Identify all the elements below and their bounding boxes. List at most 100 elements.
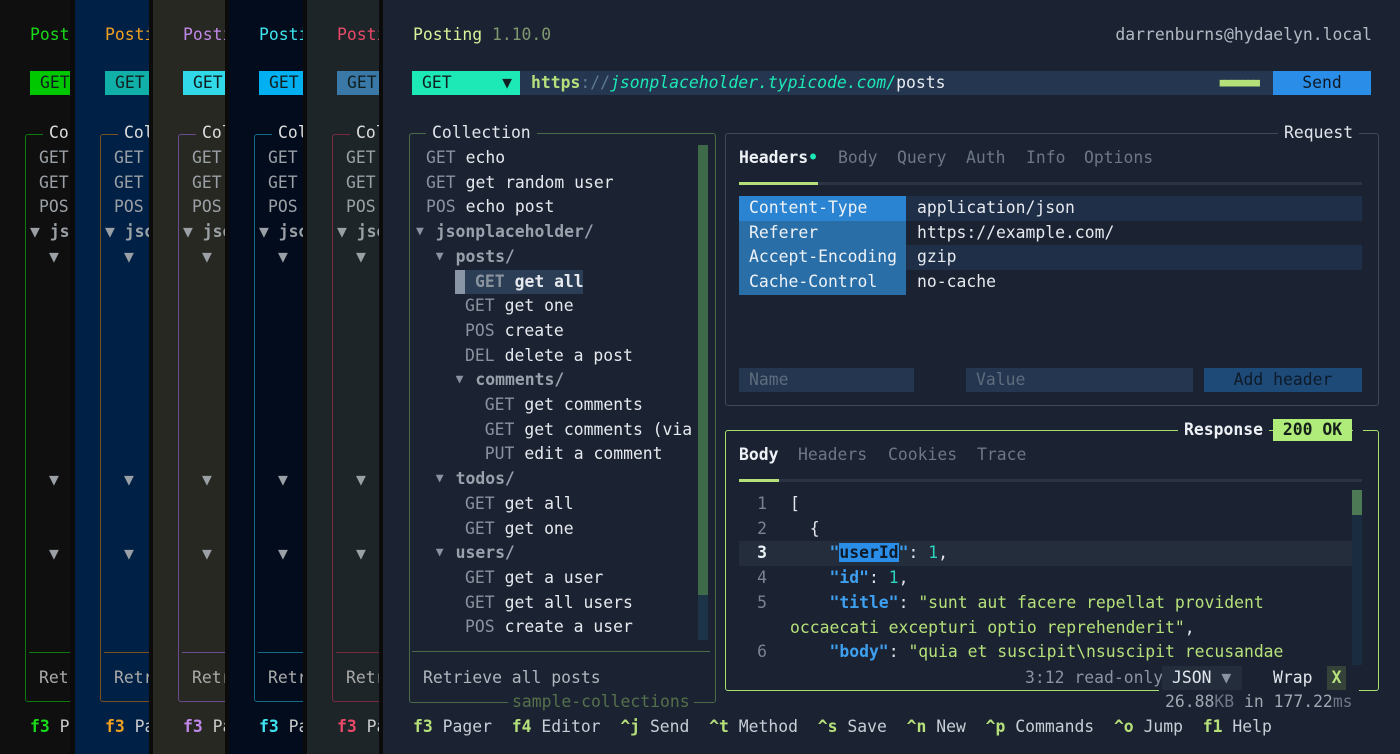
response-tab-cookies[interactable]: Cookies: [888, 443, 957, 467]
send-button[interactable]: Send: [1273, 71, 1371, 95]
selection-marker: [455, 269, 465, 295]
collection-request[interactable]: POS echo post: [411, 195, 698, 220]
shortcut-label[interactable]: Pager: [443, 717, 492, 736]
shortcut-key[interactable]: f3: [413, 717, 433, 736]
response-body-viewer[interactable]: 1[2 {3 "userId": 1, 4 "id": 1, 5 "title": …: [739, 492, 1352, 665]
cursor-position: 3:12 read-only: [1025, 666, 1163, 690]
collection-request[interactable]: GET echo: [411, 146, 698, 171]
shortcut-label[interactable]: Jump: [1144, 717, 1183, 736]
instance-folder-name: jsonplaceholder/: [49, 222, 70, 241]
instance-divider: [182, 652, 225, 653]
request-name: get all: [504, 493, 574, 513]
shortcut-key[interactable]: f1: [1203, 717, 1223, 736]
collection-request[interactable]: GET get comments (via: [411, 418, 698, 443]
shortcut-key[interactable]: ^p: [986, 717, 1006, 736]
shortcut-label[interactable]: Save: [847, 717, 886, 736]
instance-item-method: GET: [39, 172, 69, 192]
request-name: get one: [504, 296, 574, 316]
request-name: get random user: [465, 172, 614, 192]
folder-name: users/: [455, 543, 515, 563]
instance-footer: f3 Pager: [259, 715, 303, 739]
collection-request[interactable]: GET get all users: [411, 591, 698, 616]
instance-item-method: POS: [192, 197, 222, 217]
status-badge: 200 OK: [1273, 419, 1352, 441]
request-method: POS: [426, 197, 456, 217]
shortcut-label[interactable]: New: [936, 717, 966, 736]
active-tab-indicator: [739, 182, 818, 185]
shortcut-label[interactable]: Help: [1232, 717, 1271, 736]
collection-folder[interactable]: ▼ jsonplaceholder/: [411, 220, 698, 245]
add-header-button[interactable]: Add header: [1204, 368, 1362, 392]
url-host: jsonplaceholder.typicode.com/: [609, 73, 897, 92]
shortcut-key[interactable]: ^j: [620, 717, 640, 736]
tab-body[interactable]: Body: [838, 146, 877, 170]
shortcut-label[interactable]: Commands: [1015, 717, 1094, 736]
instance-title: Posting: [259, 25, 303, 44]
response-tab-trace[interactable]: Trace: [977, 443, 1026, 467]
method-value: GET: [422, 73, 452, 92]
background-instance: Posting GET Collection GET GET POS ▼ jsonplace…: [75, 0, 149, 754]
response-title: Response: [1178, 418, 1269, 442]
request-method: PUT: [484, 444, 515, 464]
tab-query[interactable]: Query: [897, 146, 946, 170]
wrap-toggle[interactable]: X: [1327, 666, 1346, 690]
shortcut-key[interactable]: ^n: [907, 717, 927, 736]
header-name: Content-Type: [739, 196, 906, 221]
shortcut-label[interactable]: Send: [650, 717, 689, 736]
response-tab-headers[interactable]: Headers: [798, 443, 867, 467]
response-tab-body[interactable]: Body: [739, 443, 778, 467]
collection-request[interactable]: GET get one: [411, 294, 698, 319]
tab-options[interactable]: Options: [1084, 146, 1153, 170]
tab-headers[interactable]: Headers•: [739, 146, 818, 170]
collection-folder[interactable]: ▼ users/: [411, 541, 698, 566]
shortcut-label[interactable]: Editor: [541, 717, 600, 736]
collection-request[interactable]: GET get a user: [411, 566, 698, 591]
line-number: 4: [757, 568, 767, 588]
header-row[interactable]: Referer https://example.com/: [739, 220, 1362, 246]
shortcut-key[interactable]: f4: [512, 717, 532, 736]
collection-request[interactable]: DEL delete a post: [411, 344, 698, 369]
request-name: create: [504, 320, 564, 340]
collection-tree[interactable]: GET echo GET get random user POS echo post ▼ js…: [411, 146, 698, 646]
tab-auth[interactable]: Auth: [966, 146, 1005, 170]
tab-info[interactable]: Info: [1026, 146, 1065, 170]
instance-footer: f3 Pager: [183, 715, 225, 739]
collection-request[interactable]: PUT edit a comment: [411, 442, 698, 467]
code-line: 2 {: [739, 517, 1352, 542]
collection-scrollbar-track[interactable]: [698, 595, 708, 640]
collection-request[interactable]: GET get all: [411, 269, 698, 295]
shortcut-key[interactable]: ^o: [1114, 717, 1134, 736]
response-time: 177.22: [1273, 692, 1333, 711]
request-name: get all users: [504, 592, 633, 612]
method-select[interactable]: GET ▼: [412, 71, 520, 95]
response-scrollbar-thumb[interactable]: [1352, 490, 1362, 515]
collection-request[interactable]: GET get random user: [411, 171, 698, 196]
code-line: 6 "body": "quia et suscipit\nsuscipit re…: [739, 640, 1352, 665]
header-value: https://example.com/: [917, 222, 1115, 242]
collection-folder[interactable]: ▼ todos/: [411, 467, 698, 492]
instance-folder: ▼ jsonplaceholder/: [259, 220, 303, 244]
collection-request[interactable]: GET get all: [411, 492, 698, 517]
header-row[interactable]: Content-Type application/json: [739, 196, 1362, 221]
triangle-down-icon: ▼: [278, 544, 288, 563]
header-name-input[interactable]: Name: [739, 368, 914, 392]
code-token: ,: [898, 568, 909, 588]
collection-request[interactable]: POS create: [411, 319, 698, 344]
response-scrollbar-track[interactable]: [1352, 490, 1362, 665]
header-row[interactable]: Accept-Encoding gzip: [739, 245, 1362, 271]
collection-scrollbar-thumb[interactable]: [698, 145, 708, 595]
header-name: Referer: [739, 220, 906, 246]
url-input[interactable]: https://jsonplaceholder.typicode.com/pos…: [520, 71, 1273, 95]
shortcut-key[interactable]: ^t: [709, 717, 729, 736]
response-tabs-underline: [739, 479, 1362, 482]
language-select[interactable]: JSON ▼: [1162, 666, 1242, 690]
collection-request[interactable]: GET get comments: [411, 393, 698, 418]
collection-request[interactable]: GET get one: [411, 517, 698, 542]
header-value-input[interactable]: Value: [966, 368, 1193, 392]
shortcut-key[interactable]: ^s: [818, 717, 838, 736]
header-row[interactable]: Cache-Control no-cache: [739, 270, 1362, 295]
shortcut-label[interactable]: Method: [739, 717, 798, 736]
collection-request[interactable]: POS create a user: [411, 615, 698, 640]
collection-folder[interactable]: ▼ comments/: [411, 368, 698, 393]
collection-folder[interactable]: ▼ posts/: [411, 245, 698, 270]
